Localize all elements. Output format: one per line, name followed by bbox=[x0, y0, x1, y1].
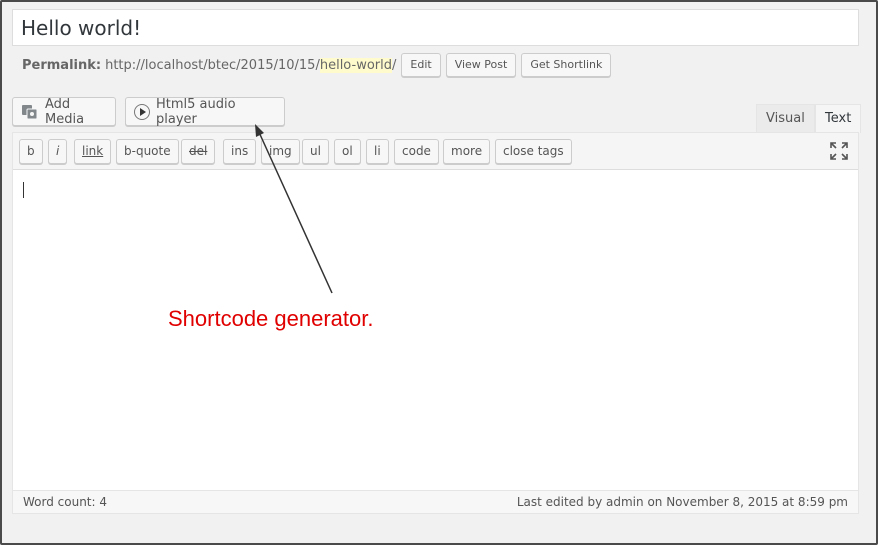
qt-bquote-button[interactable]: b-quote bbox=[116, 139, 179, 164]
edit-permalink-button[interactable]: Edit bbox=[401, 53, 441, 77]
view-post-button[interactable]: View Post bbox=[445, 53, 517, 77]
qt-ol-button[interactable]: ol bbox=[334, 139, 361, 164]
tab-text[interactable]: Text bbox=[815, 104, 862, 133]
qt-ul-button[interactable]: ul bbox=[302, 139, 329, 164]
permalink-base: http://localhost/btec/2015/10/15/ bbox=[105, 57, 320, 73]
word-count: Word count: 4 bbox=[23, 495, 108, 509]
last-edited: Last edited by admin on November 8, 2015… bbox=[516, 495, 848, 509]
quicktags-toolbar: b i link b-quote del ins img ul ol li co… bbox=[13, 133, 858, 170]
qt-img-button[interactable]: img bbox=[261, 139, 300, 164]
media-icon bbox=[21, 104, 39, 120]
html5-audio-player-label: Html5 audio player bbox=[156, 96, 236, 127]
fullscreen-expand-icon[interactable] bbox=[830, 142, 848, 160]
qt-del-button[interactable]: del bbox=[181, 139, 216, 164]
permalink-trail: / bbox=[392, 57, 397, 73]
add-media-button[interactable]: Add Media bbox=[12, 96, 116, 127]
html5-audio-player-button[interactable]: Html5 audio player bbox=[125, 96, 285, 127]
qt-li-button[interactable]: li bbox=[366, 139, 389, 164]
permalink-row: Permalink: http://localhost/btec/2015/10… bbox=[22, 53, 612, 77]
editor-box: b i link b-quote del ins img ul ol li co… bbox=[12, 132, 859, 514]
play-icon bbox=[134, 103, 150, 120]
qt-close-tags-button[interactable]: close tags bbox=[495, 139, 572, 164]
qt-italic-button[interactable]: i bbox=[48, 139, 68, 164]
get-shortlink-button[interactable]: Get Shortlink bbox=[521, 53, 612, 77]
permalink-label: Permalink: bbox=[22, 57, 102, 73]
add-media-label: Add Media bbox=[45, 96, 85, 127]
editor-status-bar: Word count: 4 Last edited by admin on No… bbox=[13, 490, 858, 513]
qt-link-button[interactable]: link bbox=[74, 139, 112, 164]
text-cursor bbox=[23, 182, 24, 198]
permalink-slug: hello-world bbox=[319, 57, 392, 73]
annotation-text: Shortcode generator. bbox=[168, 306, 374, 331]
post-title-input[interactable]: Hello world! bbox=[12, 9, 859, 46]
tab-visual[interactable]: Visual bbox=[756, 104, 815, 133]
qt-ins-button[interactable]: ins bbox=[223, 139, 257, 164]
qt-code-button[interactable]: code bbox=[394, 139, 439, 164]
qt-more-button[interactable]: more bbox=[443, 139, 491, 164]
qt-bold-button[interactable]: b bbox=[19, 139, 43, 164]
